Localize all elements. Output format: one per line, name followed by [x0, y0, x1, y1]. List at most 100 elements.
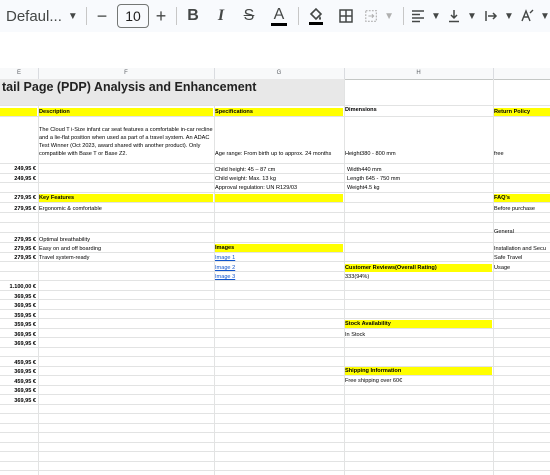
grid-row-line — [0, 290, 550, 291]
faq-before-purchase[interactable]: Before purchase — [494, 205, 550, 213]
faqs-header[interactable]: FAQ's — [494, 194, 550, 202]
price-cell[interactable]: 459,95 € — [0, 359, 36, 367]
grid-row-line — [0, 385, 550, 386]
grid-row-line — [0, 116, 550, 117]
merge-cells-button[interactable]: ▼ — [364, 4, 394, 28]
strikethrough-button[interactable]: S — [240, 4, 258, 28]
faq-safe-travel[interactable]: Safe Travel — [494, 254, 550, 262]
price-cell[interactable]: 249,95 € — [0, 165, 36, 173]
horizontal-align-button[interactable]: ▼ — [411, 4, 441, 28]
key-features-fill[interactable] — [215, 194, 343, 202]
price-cell[interactable]: 369,95 € — [0, 397, 36, 405]
spec-approval[interactable]: Approval regulation: UN R129/03 — [215, 184, 343, 192]
image-link-1[interactable]: Image 1 — [215, 254, 343, 262]
text-wrapping-button[interactable]: ▼ — [484, 4, 514, 28]
column-header-h[interactable]: H — [344, 68, 494, 79]
header-dimensions[interactable]: Dimensions — [345, 106, 492, 115]
toolbar-divider — [176, 7, 177, 25]
price-cell[interactable]: 369,95 € — [0, 368, 36, 376]
spec-child-height[interactable]: Child height: 45 – 87 cm — [215, 166, 343, 174]
stock-header[interactable]: Stock Availability — [345, 320, 492, 328]
key-features-header[interactable]: Key Features — [39, 194, 213, 202]
dim-width[interactable]: Width440 mm — [347, 166, 492, 174]
price-cell[interactable]: 369,95 € — [0, 387, 36, 395]
price-cell[interactable]: 279,95 € — [0, 254, 36, 262]
faq-installation[interactable]: Installation and Secu — [494, 245, 550, 253]
font-family-select[interactable]: Defaul... ▼ — [6, 4, 88, 28]
shipping-value[interactable]: Free shipping over 60€ — [345, 377, 492, 385]
italic-button[interactable]: I — [212, 4, 230, 28]
grid-row-line — [0, 461, 550, 462]
spreadsheet-grid[interactable]: tail Page (PDP) Analysis and Enhancement… — [0, 79, 550, 475]
images-header[interactable]: Images — [215, 244, 343, 252]
reviews-header[interactable]: Customer Reviews(Overall Rating) — [345, 264, 492, 272]
spec-age-range[interactable]: Age range: From birth up to approx. 24 m… — [215, 150, 343, 158]
grid-row-line — [0, 328, 550, 329]
stock-value[interactable]: In Stock — [345, 331, 492, 339]
price-cell[interactable]: 359,95 € — [0, 312, 36, 320]
grid-row-line — [0, 347, 550, 348]
grid-row-line — [0, 309, 550, 310]
sheet-title[interactable]: tail Page (PDP) Analysis and Enhancement — [2, 80, 256, 94]
shipping-header[interactable]: Shipping Information — [345, 367, 492, 375]
formula-bar-area — [0, 32, 550, 68]
feature-ergonomic[interactable]: Ergonomic & comfortable — [39, 205, 213, 213]
feature-travel-system[interactable]: Travel system-ready — [39, 254, 213, 262]
text-color-button[interactable]: A — [268, 4, 290, 28]
image-link-3[interactable]: Image 3 — [215, 273, 343, 281]
price-cell[interactable]: 369,95 € — [0, 293, 36, 301]
grid-row-line — [0, 318, 550, 319]
chevron-down-icon: ▼ — [467, 10, 477, 22]
grid-row-line — [0, 356, 550, 357]
feature-boarding[interactable]: Easy on and off boarding — [39, 245, 213, 253]
image-link-2[interactable]: Image 2 — [215, 264, 343, 272]
price-cell[interactable]: 279,95 € — [0, 236, 36, 244]
faq-usage[interactable]: Usage — [494, 264, 550, 272]
header-specifications[interactable]: Specifications — [215, 108, 343, 116]
grid-row-line — [0, 375, 550, 376]
dim-weight[interactable]: Weight4.5 kg — [347, 184, 492, 192]
header-description[interactable]: Description — [39, 108, 213, 116]
faq-general[interactable]: General — [494, 228, 550, 236]
column-header-g[interactable]: G — [214, 68, 345, 79]
text-color-icon: A — [273, 5, 285, 23]
borders-button[interactable] — [336, 4, 356, 28]
price-cell[interactable]: 249,95 € — [0, 175, 36, 183]
price-cell[interactable]: 1.100,00 € — [0, 283, 36, 291]
price-cell[interactable]: 279,95 € — [0, 205, 36, 213]
price-cell[interactable]: 279,95 € — [0, 245, 36, 253]
dim-height[interactable]: Height380 - 800 mm — [345, 150, 492, 158]
increase-font-size-button[interactable]: + — [153, 4, 169, 28]
color-swatch — [271, 22, 287, 26]
description-cell[interactable]: The Cloud T i-Size infant car seat featu… — [39, 126, 213, 162]
column-header-i[interactable] — [493, 68, 550, 79]
return-policy-value[interactable]: free — [494, 150, 550, 158]
font-name: Defaul... — [6, 7, 62, 25]
price-cell[interactable]: 359,95 € — [0, 321, 36, 329]
font-size-input[interactable]: 10 — [117, 4, 149, 28]
reviews-value[interactable]: 333(94%) — [345, 273, 492, 281]
grid-row-line — [0, 299, 550, 300]
spec-child-weight[interactable]: Child weight: Max. 13 kg — [215, 175, 343, 183]
text-rotation-button[interactable]: ▼ — [520, 4, 550, 28]
column-header-f[interactable]: F — [38, 68, 215, 79]
price-cell[interactable]: 369,95 € — [0, 331, 36, 339]
price-cell[interactable]: 369,95 € — [0, 340, 36, 348]
dim-length[interactable]: Length 645 - 750 mm — [347, 175, 492, 183]
header-cell-blank[interactable] — [0, 108, 37, 116]
decrease-font-size-button[interactable]: − — [94, 4, 110, 28]
grid-row-line — [0, 451, 550, 452]
column-header-e[interactable]: E — [0, 68, 39, 79]
align-bottom-icon — [449, 10, 460, 23]
fill-color-button[interactable] — [306, 4, 326, 28]
price-cell[interactable]: 459,95 € — [0, 378, 36, 386]
vertical-align-button[interactable]: ▼ — [447, 4, 477, 28]
feature-breathability[interactable]: Optimal breathability — [39, 236, 213, 244]
chevron-down-icon: ▼ — [504, 10, 514, 22]
price-cell[interactable]: 369,95 € — [0, 302, 36, 310]
text-overflow-icon — [485, 11, 498, 21]
header-return-policy[interactable]: Return Policy — [494, 108, 550, 116]
bold-button[interactable]: B — [184, 4, 202, 28]
price-cell[interactable]: 279,95 € — [0, 194, 36, 202]
grid-row-line — [0, 192, 550, 193]
